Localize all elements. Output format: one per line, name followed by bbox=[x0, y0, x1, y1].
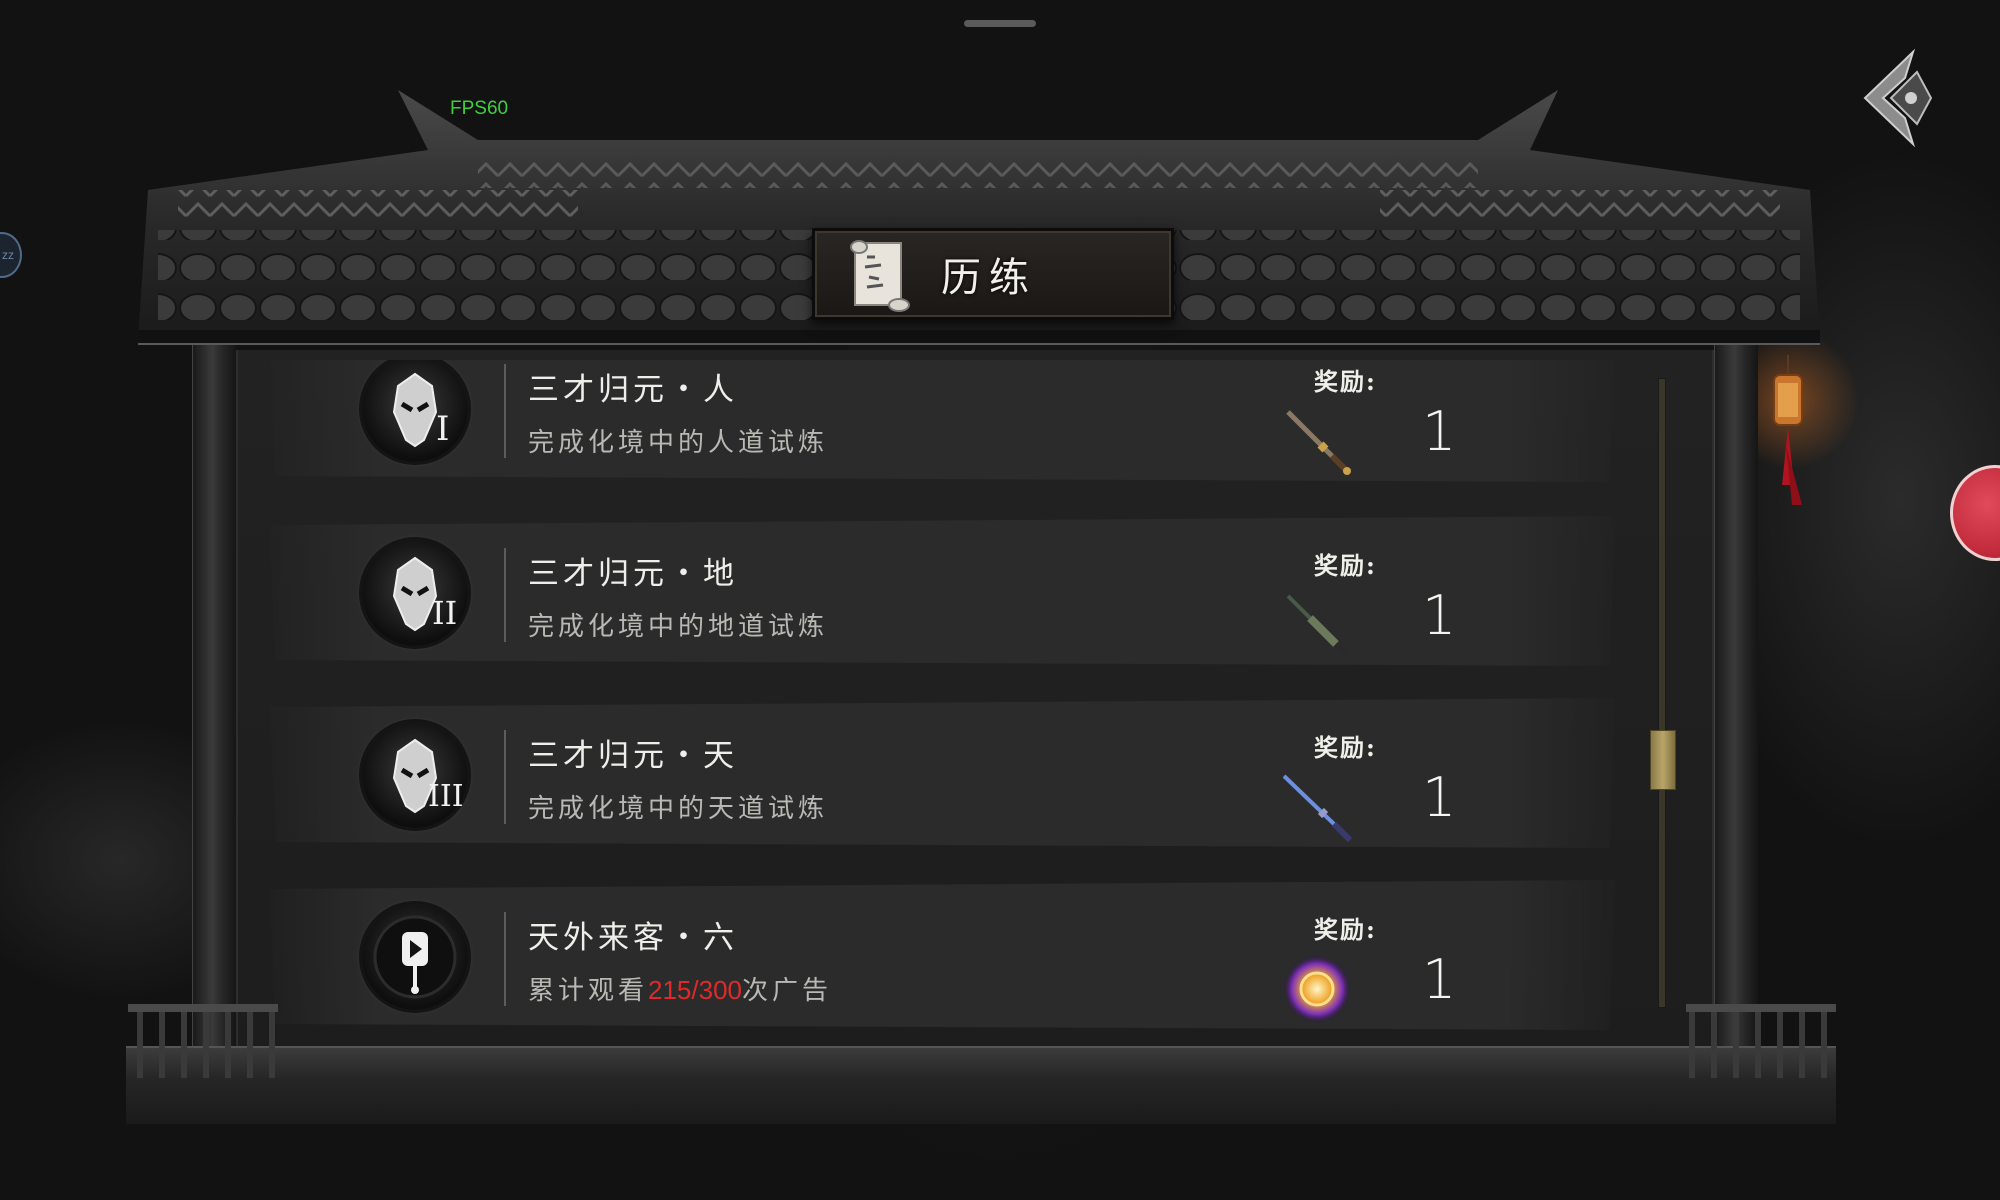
game-screen: zz 历练 FPS60 I 三才归元・人 完成化境中的人道试炼 奖励: 1 II… bbox=[0, 0, 2000, 1200]
back-arrow-icon[interactable] bbox=[1855, 48, 1937, 148]
list-item[interactable]: II 三才归元・地 完成化境中的地道试炼 奖励: 1 bbox=[270, 516, 1615, 666]
task-description: 完成化境中的天道试炼 bbox=[528, 794, 829, 824]
scroll-icon bbox=[850, 240, 910, 312]
reward-label: 奖励: bbox=[1314, 551, 1377, 580]
mask-badge-icon: III bbox=[362, 722, 468, 828]
reward-label: 奖励: bbox=[1314, 915, 1377, 944]
list-item[interactable]: III 三才归元・天 完成化境中的天道试炼 奖励: 1 bbox=[270, 698, 1615, 848]
sword-icon[interactable] bbox=[1280, 588, 1354, 662]
reward-quantity: 1 bbox=[1422, 400, 1457, 463]
pillar-left bbox=[192, 340, 236, 1090]
reward-quantity: 1 bbox=[1422, 948, 1457, 1011]
task-description: 完成化境中的地道试炼 bbox=[528, 612, 829, 642]
reward-quantity: 1 bbox=[1422, 584, 1457, 647]
row-divider bbox=[504, 364, 506, 458]
task-list[interactable]: I 三才归元・人 完成化境中的人道试炼 奖励: 1 II 三才归元・地 完成化境… bbox=[270, 360, 1615, 1050]
page-title: 历练 bbox=[941, 255, 1037, 301]
glowing-orb-icon[interactable] bbox=[1280, 952, 1354, 1026]
sword-icon[interactable] bbox=[1280, 404, 1354, 478]
task-title: 三才归元・人 bbox=[528, 372, 738, 408]
row-divider bbox=[504, 912, 506, 1006]
floating-assist-bubble[interactable]: zz bbox=[0, 232, 22, 278]
desc-suffix: 次广告 bbox=[742, 976, 833, 1006]
desc-prefix: 累计观看 bbox=[528, 976, 649, 1006]
pavilion-base bbox=[126, 1046, 1836, 1124]
task-description: 完成化境中的人道试炼 bbox=[528, 428, 829, 458]
pillar-right bbox=[1714, 340, 1758, 1090]
fps-counter: FPS60 bbox=[450, 98, 509, 119]
task-title: 天外来客・六 bbox=[528, 920, 738, 956]
railing-left bbox=[128, 1004, 278, 1078]
task-title: 三才归元・地 bbox=[528, 556, 738, 592]
task-description: 累计观看215/300次广告 bbox=[528, 970, 832, 1007]
mask-badge-icon: I bbox=[362, 360, 468, 462]
mask-badge-icon: II bbox=[362, 540, 468, 646]
list-item[interactable]: I 三才归元・人 完成化境中的人道试炼 奖励: 1 bbox=[270, 360, 1615, 482]
scrollbar-track[interactable] bbox=[1658, 378, 1666, 1008]
svg-text:I: I bbox=[436, 409, 449, 449]
svg-text:III: III bbox=[428, 779, 464, 814]
blue-sword-icon[interactable] bbox=[1280, 770, 1354, 844]
row-divider bbox=[504, 548, 506, 642]
pull-down-handle[interactable] bbox=[964, 20, 1036, 27]
video-badge-icon bbox=[362, 904, 468, 1010]
title-plaque: 历练 bbox=[812, 228, 1174, 320]
reward-label: 奖励: bbox=[1314, 733, 1377, 762]
ad-progress-count: 215/300 bbox=[648, 975, 742, 1005]
list-item[interactable]: 天外来客・六 累计观看215/300次广告 奖励: 1 bbox=[270, 880, 1615, 1030]
scrollbar-thumb[interactable] bbox=[1650, 730, 1676, 790]
railing-right bbox=[1686, 1004, 1836, 1078]
svg-text:II: II bbox=[432, 594, 457, 632]
floating-record-button[interactable] bbox=[1950, 465, 2000, 561]
reward-quantity: 1 bbox=[1422, 766, 1457, 829]
lantern-icon bbox=[1773, 355, 1803, 505]
task-title: 三才归元・天 bbox=[528, 738, 738, 774]
row-divider bbox=[504, 730, 506, 824]
reward-label: 奖励: bbox=[1314, 367, 1377, 396]
